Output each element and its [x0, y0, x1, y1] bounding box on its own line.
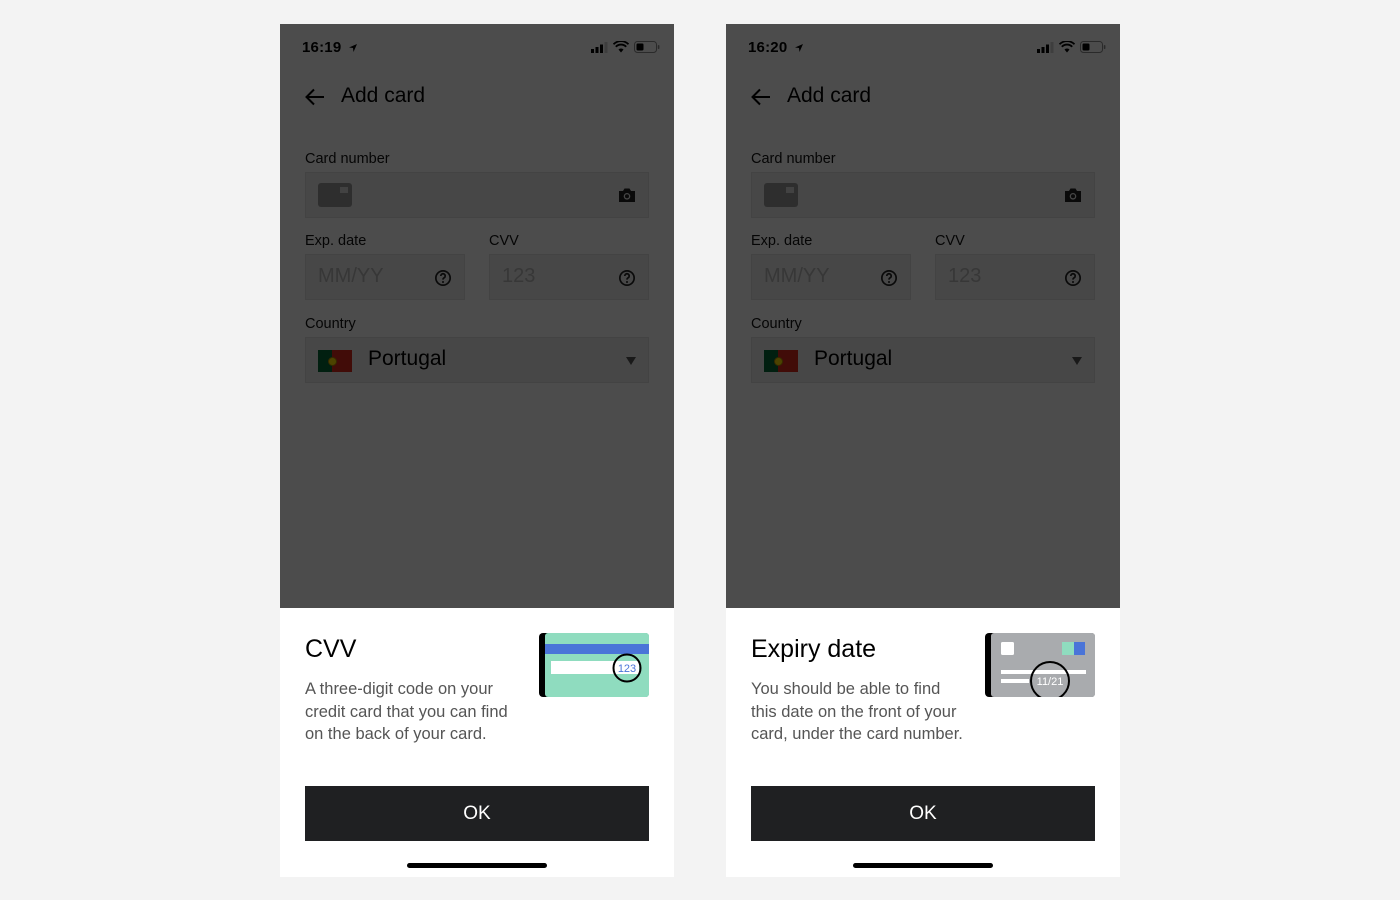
- status-time: 16:20: [748, 39, 804, 56]
- signal-icon: [1037, 41, 1054, 53]
- battery-icon: [1080, 41, 1106, 53]
- illustration-expiry-text: 11/21: [1037, 676, 1064, 688]
- exp-date-label: Exp. date: [305, 233, 367, 249]
- country-label: Country: [305, 316, 356, 332]
- sheet-title: CVV: [305, 635, 357, 663]
- card-number-label: Card number: [305, 151, 390, 167]
- country-label: Country: [751, 316, 802, 332]
- exp-date-placeholder: MM/YY: [318, 265, 384, 287]
- phone-screen-expiry: 16:20 Add card Card number Exp. date MM/…: [726, 24, 1120, 877]
- expiry-card-illustration: 11/21: [985, 633, 1095, 697]
- page-title: Add card: [341, 84, 426, 107]
- cvv-field[interactable]: 123: [935, 254, 1095, 300]
- status-time-text: 16:19: [302, 39, 342, 56]
- back-arrow-icon[interactable]: [304, 86, 326, 108]
- country-select[interactable]: Portugal: [751, 337, 1095, 383]
- help-icon[interactable]: [1064, 269, 1082, 287]
- back-arrow-icon[interactable]: [750, 86, 772, 108]
- wifi-icon: [613, 41, 629, 53]
- add-card-screen: 16:20 Add card Card number Exp. date MM/…: [726, 24, 1120, 608]
- cvv-placeholder: 123: [502, 265, 536, 287]
- exp-date-field[interactable]: MM/YY: [751, 254, 911, 300]
- bottom-sheet: Expiry date You should be able to find t…: [726, 608, 1120, 877]
- chevron-down-icon: [626, 357, 636, 365]
- cvv-field[interactable]: 123: [489, 254, 649, 300]
- illustration-cvv-text: 123: [618, 663, 636, 675]
- bottom-sheet: CVV A three-digit code on your credit ca…: [280, 608, 674, 877]
- location-arrow-icon: [348, 44, 357, 53]
- status-icons: [1037, 40, 1106, 54]
- wifi-icon: [1059, 41, 1075, 53]
- status-time: 16:19: [302, 39, 358, 56]
- location-arrow-icon: [794, 44, 803, 53]
- cvv-placeholder: 123: [948, 265, 982, 287]
- credit-card-icon: [764, 183, 798, 207]
- cvv-card-illustration: 123: [539, 633, 649, 697]
- chevron-down-icon: [1072, 357, 1082, 365]
- sheet-description: You should be able to find this date on …: [751, 680, 963, 743]
- ok-button[interactable]: OK: [305, 786, 649, 841]
- exp-date-placeholder: MM/YY: [764, 265, 830, 287]
- help-icon[interactable]: [880, 269, 898, 287]
- battery-icon: [634, 41, 660, 53]
- ok-button[interactable]: OK: [751, 786, 1095, 841]
- cvv-label: CVV: [489, 233, 519, 249]
- cvv-label: CVV: [935, 233, 965, 249]
- status-icons: [591, 40, 660, 54]
- exp-date-field[interactable]: MM/YY: [305, 254, 465, 300]
- signal-icon: [591, 41, 608, 53]
- country-value: Portugal: [368, 347, 447, 370]
- sheet-description: A three-digit code on your credit card t…: [305, 680, 508, 743]
- phone-screen-cvv: 16:19 Add card Card number Exp. date MM/…: [280, 24, 674, 877]
- help-icon[interactable]: [434, 269, 452, 287]
- card-number-label: Card number: [751, 151, 836, 167]
- sheet-title: Expiry date: [751, 635, 877, 663]
- home-indicator: [853, 863, 993, 868]
- portugal-flag-icon: [764, 350, 798, 372]
- card-number-field[interactable]: [751, 172, 1095, 218]
- add-card-screen: 16:19 Add card Card number Exp. date MM/…: [280, 24, 674, 608]
- credit-card-icon: [318, 183, 352, 207]
- country-value: Portugal: [814, 347, 893, 370]
- portugal-flag-icon: [318, 350, 352, 372]
- exp-date-label: Exp. date: [751, 233, 813, 249]
- status-time-text: 16:20: [748, 39, 788, 56]
- camera-icon[interactable]: [618, 187, 636, 203]
- page-title: Add card: [787, 84, 872, 107]
- home-indicator: [407, 863, 547, 868]
- camera-icon[interactable]: [1064, 187, 1082, 203]
- country-select[interactable]: Portugal: [305, 337, 649, 383]
- card-number-field[interactable]: [305, 172, 649, 218]
- help-icon[interactable]: [618, 269, 636, 287]
